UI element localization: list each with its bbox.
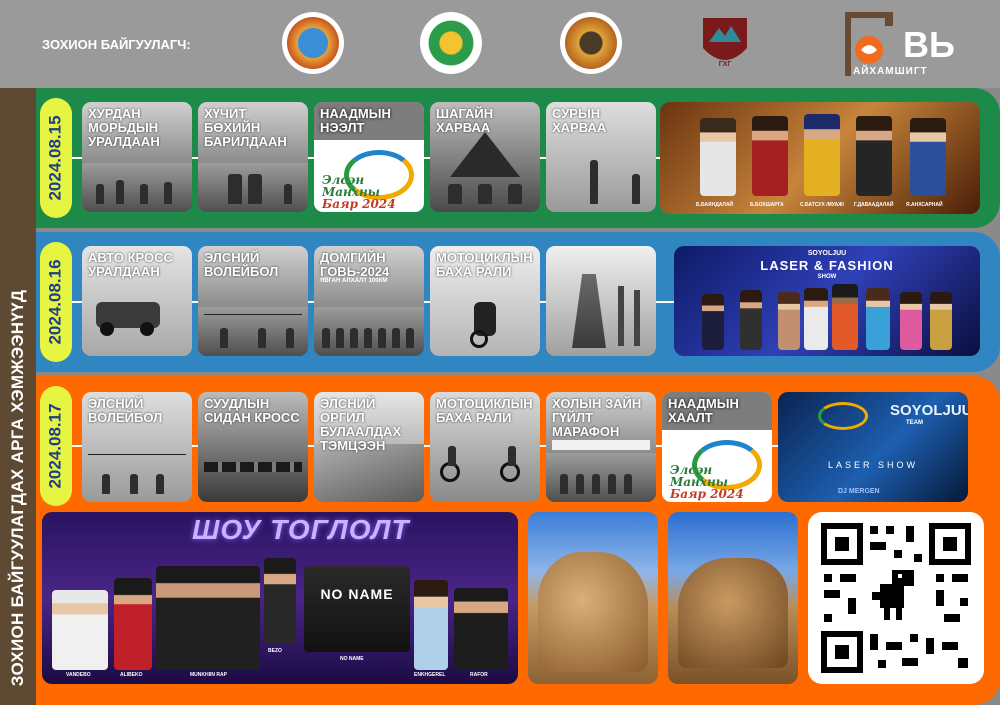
performer-name: Я.АНХСАРНАЙ bbox=[906, 202, 943, 208]
concert-show-photo: ШОУ ТОГЛОЛТ NO NAME VANDEBO ALIBEKO MUNK… bbox=[42, 512, 518, 684]
qr-code-icon bbox=[821, 523, 971, 673]
qr-code[interactable] bbox=[808, 512, 984, 684]
organizer-logo-3 bbox=[560, 12, 622, 74]
brand-logo: ВЬ АЙХАМШИГТ bbox=[843, 10, 975, 78]
artist-name: RAFOR bbox=[470, 672, 488, 678]
performer-name: Г.ДАВААДАЛАЙ bbox=[854, 202, 894, 208]
day1-date-pill: 2024.08.15 bbox=[40, 98, 72, 218]
sand-sculpture-photo-2 bbox=[668, 512, 798, 684]
day3-date: 2024.08.17 bbox=[46, 403, 65, 489]
band-name: NO NAME bbox=[320, 586, 394, 602]
card-dune-summit[interactable]: ЭЛСНИЙ ОРГИЛ БУЛААЛДАХ ТЭМЦЭЭН bbox=[314, 392, 424, 502]
card-title: ЭЛСНИЙ ОРГИЛ БУЛААЛДАХ ТЭМЦЭЭН bbox=[320, 396, 402, 453]
card-title: ХОЛЫН ЗАЙН ГҮЙЛТ МАРАФОН bbox=[552, 396, 642, 439]
sand-sculpture-photo-1 bbox=[528, 512, 658, 684]
dj-name: DJ MERGEN bbox=[838, 488, 880, 495]
show-top: SOYOLJUU bbox=[807, 250, 847, 257]
card-auto-cross[interactable]: АВТО КРОСС УРАЛДААН bbox=[82, 246, 192, 356]
day3-laser-show-photo: SOYOLJUU TEAM LASER SHOW DJ MERGEN bbox=[778, 392, 968, 502]
card-subtitle: ЯВГАН АЛХАЛТ 100КМ bbox=[320, 278, 388, 284]
card-title: СУУДЛЫН СИДАН КРОСС bbox=[204, 396, 300, 425]
show-sub: SHOW bbox=[817, 274, 837, 280]
day3-date-pill: 2024.08.17 bbox=[40, 386, 72, 506]
card-sand-volleyball[interactable]: ЭЛСНИЙ ВОЛЕЙБОЛ bbox=[198, 246, 308, 356]
card-title: ЭЛСНИЙ ВОЛЕЙБОЛ bbox=[204, 250, 279, 279]
card-domgiin-gobi[interactable]: ДОМГИЙН ГОВЬ-2024 ЯВГАН АЛХАЛТ 100КМ bbox=[314, 246, 424, 356]
header: ЗОХИОН БАЙГУУЛАГЧ: ГХГ ВЬ АЙХАМШИГТ bbox=[0, 0, 1000, 88]
card-wrestling[interactable]: ХҮЧИТ БӨХИЙН БАРИЛДААН bbox=[198, 102, 308, 212]
artist-name: MUNKHIIN RAP bbox=[190, 672, 227, 678]
laser-show-text: LASER SHOW bbox=[827, 460, 918, 470]
card-archery[interactable]: СУРЫН ХАРВАА bbox=[546, 102, 656, 212]
card-sedan-cross[interactable]: СУУДЛЫН СИДАН КРОСС bbox=[198, 392, 308, 502]
card-title: ШАГАЙН ХАРВАА bbox=[436, 106, 494, 135]
organizer-logo-1 bbox=[282, 12, 344, 74]
performer-name: Б.БАЯНДАЛАЙ bbox=[696, 202, 734, 208]
artist-name: VANDEBO bbox=[66, 672, 91, 678]
side-title: ЗОХИОН БАЙГУУЛАГДАХ АРГА ХЭМЖЭЭНҮҮД bbox=[8, 289, 27, 687]
card-title: НААДМЫН НЭЭЛТ bbox=[320, 106, 391, 135]
artist-name: ALIBEKO bbox=[120, 672, 143, 678]
card-sand-volleyball-2[interactable]: ЭЛСНИЙ ВОЛЕЙБОЛ bbox=[82, 392, 192, 502]
card-moto-rally[interactable]: МОТОЦИКЛЫН БАХА РАЛИ bbox=[430, 246, 540, 356]
card-title: НААДМЫН ХААЛТ bbox=[668, 396, 739, 425]
show-title: LASER & FASHION bbox=[760, 258, 894, 273]
card-title: ХУРДАН МОРЬДЫН УРАЛДААН bbox=[88, 106, 160, 149]
day2-date-pill: 2024.08.16 bbox=[40, 242, 72, 362]
card-title: ДОМГИЙН ГОВЬ-2024 bbox=[320, 250, 390, 279]
show-title-text: ШОУ ТОГЛОЛТ bbox=[192, 514, 410, 545]
card-moto-rally-2[interactable]: МОТОЦИКЛЫН БАХА РАЛИ bbox=[430, 392, 540, 502]
laser-team: TEAM bbox=[906, 420, 923, 426]
organizer-logo-4: ГХГ bbox=[694, 12, 756, 74]
day2-date: 2024.08.16 bbox=[46, 259, 65, 345]
side-bar: ЗОХИОН БАЙГУУЛАГДАХ АРГА ХЭМЖЭЭНҮҮД bbox=[0, 88, 36, 705]
artist-name: NO NAME bbox=[340, 656, 364, 662]
card-title: ЭЛСНИЙ ВОЛЕЙБОЛ bbox=[88, 396, 163, 425]
card-naadam-opening[interactable]: Элсэн Манхны Баяр 2024 НААДМЫН НЭЭЛТ bbox=[314, 102, 424, 212]
organizers-label: ЗОХИОН БАЙГУУЛАГЧ: bbox=[42, 37, 191, 52]
artist-name: BEZO bbox=[268, 648, 282, 654]
card-naadam-closing[interactable]: Элсэн Манхны Баяр 2024 НААДМЫН ХААЛТ bbox=[662, 392, 772, 502]
card-knucklebone[interactable]: ШАГАЙН ХАРВАА bbox=[430, 102, 540, 212]
card-title: ХҮЧИТ БӨХИЙН БАРИЛДААН bbox=[204, 106, 287, 149]
naadam-logo-text: Элсэн Манхны Баяр 2024 bbox=[322, 173, 396, 211]
organizer-logo-2 bbox=[420, 12, 482, 74]
performer-name: С.БАТСУХ /МУАЖ/ bbox=[800, 202, 845, 208]
artist-name: ENKHGEREL bbox=[414, 672, 446, 678]
card-title: АВТО КРОСС УРАЛДААН bbox=[88, 250, 173, 279]
day1-concert-photo: Б.БАЯНДАЛАЙ Б.БОХШАРГА С.БАТСУХ /МУАЖ/ Г… bbox=[660, 102, 980, 214]
brand-sub: АЙХАМШИГТ bbox=[853, 66, 928, 77]
dino-icon bbox=[872, 570, 914, 620]
card-marathon[interactable]: ХОЛЫН ЗАЙН ГҮЙЛТ МАРАФОН bbox=[546, 392, 656, 502]
day2-laser-fashion-photo: SOYOLJUU LASER & FASHION SHOW bbox=[674, 246, 980, 356]
card-title: СУРЫН ХАРВАА bbox=[552, 106, 607, 135]
card-title: МОТОЦИКЛЫН БАХА РАЛИ bbox=[436, 396, 533, 425]
card-horse-race[interactable]: ХУРДАН МОРЬДЫН УРАЛДААН bbox=[82, 102, 192, 212]
card-title: МОТОЦИКЛЫН БАХА РАЛИ bbox=[436, 250, 533, 279]
performer-name: Б.БОХШАРГА bbox=[750, 202, 784, 208]
brand-text: ВЬ bbox=[903, 24, 955, 65]
laser-brand: SOYOLJUU bbox=[890, 402, 968, 419]
day1-date: 2024.08.15 bbox=[46, 115, 65, 201]
naadam-logo-text: Элсэн Манхны Баяр 2024 bbox=[670, 463, 744, 501]
svg-text:ГХГ: ГХГ bbox=[719, 61, 732, 68]
card-desert-monument[interactable] bbox=[546, 246, 656, 356]
